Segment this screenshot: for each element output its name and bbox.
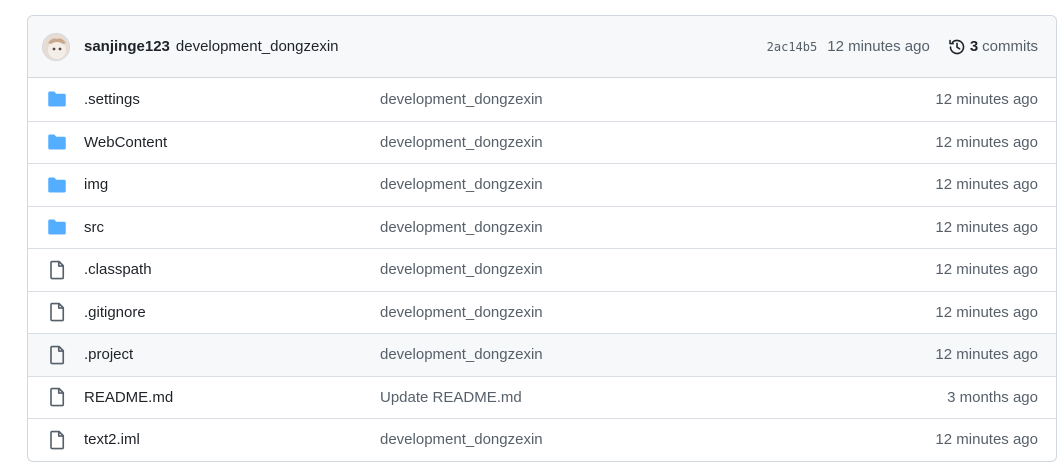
file-name-link[interactable]: .settings: [84, 91, 380, 108]
file-name-link[interactable]: text2.iml: [84, 431, 380, 448]
commit-message[interactable]: development_dongzexin: [176, 38, 339, 55]
file-commit-time: 12 minutes ago: [935, 303, 1038, 321]
file-name-link[interactable]: .gitignore: [84, 304, 380, 321]
file-name-link[interactable]: README.md: [84, 389, 380, 406]
avatar[interactable]: [42, 32, 70, 61]
file-icon: [46, 344, 68, 366]
folder-icon: [46, 216, 68, 238]
file-row[interactable]: .project development_dongzexin 12 minutes …: [28, 333, 1056, 376]
file-icon: [46, 259, 68, 281]
file-row[interactable]: src development_dongzexin 12 minutes ago: [28, 205, 1056, 249]
history-icon: [948, 38, 966, 56]
file-name-link[interactable]: src: [84, 219, 380, 236]
folder-icon: [46, 174, 68, 196]
file-commit-time: 12 minutes ago: [935, 346, 1038, 364]
file-commit-time: 12 minutes ago: [935, 133, 1038, 151]
file-name-link[interactable]: WebContent: [84, 134, 380, 151]
commit-sha[interactable]: 2ac14b5: [767, 40, 818, 54]
commits-count: 3: [969, 38, 979, 55]
file-commit-message-link[interactable]: development_dongzexin: [380, 91, 935, 108]
file-row[interactable]: .classpath development_dongzexin 12 minute…: [28, 248, 1056, 291]
file-row[interactable]: README.md Update README.md 3 months ago: [28, 375, 1056, 419]
file-icon: [46, 301, 68, 323]
commits-history-link[interactable]: 3 commits: [948, 38, 1038, 56]
file-commit-time: 3 months ago: [947, 388, 1038, 406]
folder-icon: [46, 88, 68, 110]
file-commit-message-link[interactable]: development_dongzexin: [380, 219, 935, 236]
file-commit-time: 12 minutes ago: [935, 431, 1038, 449]
commits-label: commits: [982, 38, 1038, 55]
commit-time: 12 minutes ago: [827, 38, 930, 55]
file-commit-message-link[interactable]: development_dongzexin: [380, 304, 935, 321]
file-commit-message-link[interactable]: Update README.md: [380, 389, 947, 406]
file-list: .settings development_dongzexin 12 minutes…: [28, 78, 1056, 461]
file-commit-time: 12 minutes ago: [935, 218, 1038, 236]
file-commit-message-link[interactable]: development_dongzexin: [380, 431, 935, 448]
file-icon: [46, 386, 68, 408]
file-commit-time: 12 minutes ago: [935, 176, 1038, 194]
file-commit-time: 12 minutes ago: [935, 261, 1038, 279]
file-commit-message-link[interactable]: development_dongzexin: [380, 261, 935, 278]
file-row[interactable]: text2.iml development_dongzexin 12 minutes…: [28, 418, 1056, 461]
commit-author[interactable]: sanjinge123: [84, 38, 170, 55]
file-commit-time: 12 minutes ago: [935, 90, 1038, 108]
file-row[interactable]: .gitignore development_dongzexin 12 minute…: [28, 290, 1056, 334]
file-commit-message-link[interactable]: development_dongzexin: [380, 134, 935, 151]
file-row[interactable]: .settings development_dongzexin 12 minutes…: [28, 78, 1056, 121]
file-row[interactable]: img development_dongzexin 12 minutes ago: [28, 163, 1056, 206]
file-name-link[interactable]: .classpath: [84, 261, 380, 278]
file-name-link[interactable]: img: [84, 176, 380, 193]
latest-commit-bar: sanjinge123 development_dongzexin 2ac14b…: [28, 16, 1056, 78]
file-browser: sanjinge123 development_dongzexin 2ac14b…: [27, 15, 1057, 462]
folder-icon: [46, 131, 68, 153]
file-commit-message-link[interactable]: development_dongzexin: [380, 176, 935, 193]
file-commit-message-link[interactable]: development_dongzexin: [380, 346, 935, 363]
file-name-link[interactable]: .project: [84, 346, 380, 363]
file-icon: [46, 429, 68, 451]
file-row[interactable]: WebContent development_dongzexin 12 minute…: [28, 120, 1056, 164]
